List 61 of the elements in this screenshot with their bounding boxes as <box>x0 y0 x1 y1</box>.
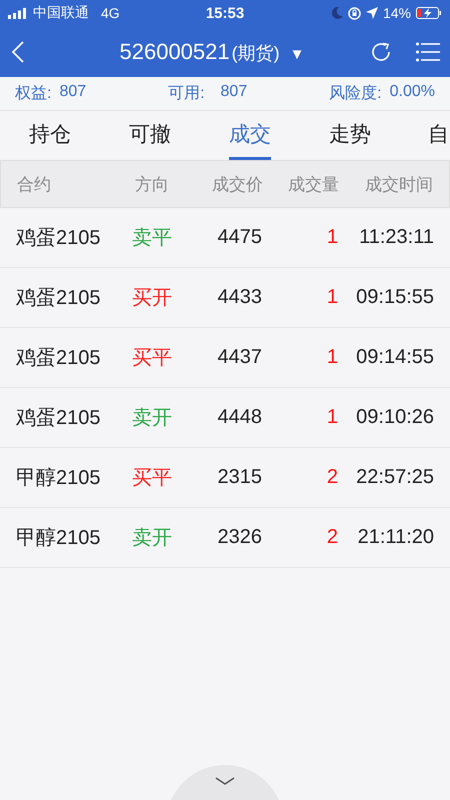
chevron-down-icon <box>215 777 235 785</box>
contract-cell-text: 鸡蛋2105 <box>16 346 102 371</box>
direction-cell-text: 卖平 <box>131 226 173 251</box>
price-cell-text: 4437 <box>216 346 262 369</box>
refresh-icon[interactable] <box>370 40 392 62</box>
contract-cell-text: 鸡蛋2105 <box>16 226 102 251</box>
network-type: 4G <box>101 5 120 21</box>
carrier-name: 中国联通 <box>33 4 89 22</box>
account-label: 可用: <box>168 84 205 104</box>
price-cell-text: 2326 <box>216 526 262 549</box>
price-cell-text: 4475 <box>216 226 262 249</box>
time-cell-text: 21:11:20 <box>356 526 434 549</box>
clock: 15:53 <box>206 4 244 22</box>
column-header: 成交价 <box>211 174 263 196</box>
price-cell-text: 4433 <box>216 286 262 309</box>
price-cell-text: 2315 <box>216 466 262 489</box>
direction-cell-text: 买平 <box>131 466 173 491</box>
contract-cell-text: 鸡蛋2105 <box>16 406 102 431</box>
signal-icon <box>8 8 27 18</box>
menu-icon[interactable] <box>416 42 440 62</box>
volume-cell-text: 1 <box>326 286 338 309</box>
volume-cell-text: 2 <box>326 526 338 549</box>
direction-cell-text: 卖开 <box>131 526 173 551</box>
contract-cell-text: 鸡蛋2105 <box>16 286 102 311</box>
column-header: 成交时间 <box>364 174 433 196</box>
column-header: 合约 <box>17 174 52 196</box>
direction-cell-text: 卖开 <box>131 406 173 431</box>
time-cell-text: 22:57:25 <box>355 466 434 489</box>
tab[interactable]: 持仓 <box>29 111 71 160</box>
volume-cell-text: 1 <box>326 406 338 429</box>
account-value: 807 <box>59 83 86 102</box>
account-value: 0.00% <box>390 83 435 102</box>
contract-cell-text: 甲醇2105 <box>16 526 102 551</box>
account-value: 807 <box>220 83 248 102</box>
account-number: 526000521 <box>120 38 230 64</box>
price-cell-text: 4448 <box>216 406 262 429</box>
account-label: 权益: <box>15 84 52 104</box>
battery-percent: 14% <box>382 5 411 21</box>
contract-cell-text: 甲醇2105 <box>16 466 102 491</box>
time-cell-text: 09:10:26 <box>355 406 434 429</box>
location-arrow-icon <box>366 7 378 19</box>
moon-icon <box>332 7 343 19</box>
direction-cell-text: 买平 <box>131 346 173 371</box>
column-header: 成交量 <box>287 174 339 196</box>
column-header: 方向 <box>134 174 170 196</box>
tab[interactable]: 自 <box>428 111 449 160</box>
dropdown-toggle[interactable]: ▼ <box>290 46 304 62</box>
time-cell-text: 11:23:11 <box>358 226 434 249</box>
tab[interactable]: 可撤 <box>129 111 171 160</box>
rotation-lock-icon <box>348 6 361 20</box>
time-cell-text: 09:14:55 <box>355 346 434 369</box>
volume-cell-text: 1 <box>326 346 338 369</box>
volume-cell-text: 1 <box>326 226 338 249</box>
battery-icon <box>416 7 442 19</box>
direction-cell-text: 买开 <box>131 286 173 311</box>
time-cell-text: 09:15:55 <box>355 286 434 309</box>
account-type: (期货) <box>232 42 280 64</box>
tab[interactable]: 走势 <box>329 111 371 160</box>
volume-cell-text: 2 <box>326 466 338 489</box>
account-label: 风险度: <box>329 84 382 104</box>
back-icon[interactable] <box>12 40 24 62</box>
